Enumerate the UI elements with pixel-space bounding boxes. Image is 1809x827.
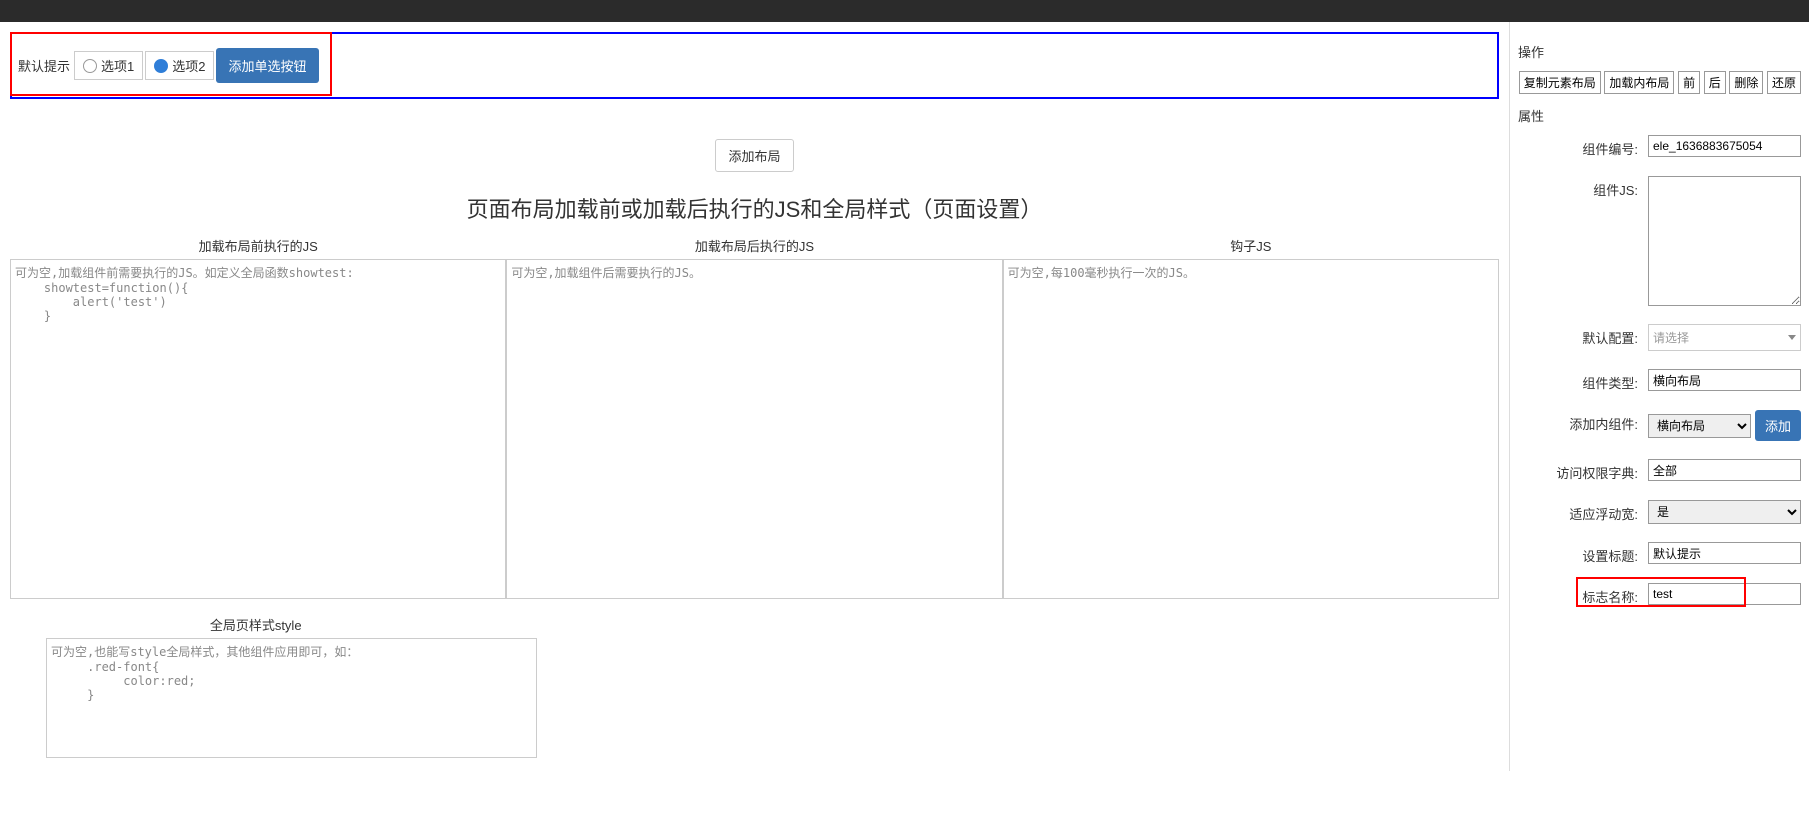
js-hook-textarea[interactable] — [1003, 259, 1499, 599]
add-layout-button[interactable]: 添加布局 — [715, 139, 793, 172]
component-type-input[interactable] — [1648, 369, 1801, 391]
js-columns: 加载布局前执行的JS 加载布局后执行的JS 钩子JS — [10, 232, 1499, 599]
layout-editor-row: 默认提示 选项1 选项2 添加单选按钮 — [10, 32, 1499, 99]
radio-option-2[interactable]: 选项2 — [145, 51, 214, 80]
default-config-select[interactable]: 请选择 — [1648, 324, 1801, 351]
left-panel: 默认提示 选项1 选项2 添加单选按钮 添加布局 页面布局加载前或加载后执行的J… — [0, 22, 1509, 771]
add-layout-row: 添加布局 — [10, 139, 1499, 172]
chevron-down-icon — [1788, 335, 1796, 340]
prop-label: 标志名称: — [1518, 583, 1648, 606]
add-inner-select[interactable]: 横向布局 — [1648, 414, 1751, 438]
prop-component-type: 组件类型: — [1518, 369, 1801, 392]
js-after-textarea[interactable] — [506, 259, 1002, 599]
js-before-header: 加载布局前执行的JS — [10, 232, 506, 259]
permission-dict-input[interactable] — [1648, 459, 1801, 481]
prop-label: 组件JS: — [1518, 176, 1648, 199]
add-radio-button[interactable]: 添加单选按钮 — [216, 48, 318, 83]
js-after-header: 加载布局后执行的JS — [506, 232, 1002, 259]
copy-layout-button[interactable]: 复制元素布局 — [1519, 71, 1601, 94]
prop-label: 设置标题: — [1518, 542, 1648, 565]
right-panel: 操作 复制元素布局 加载内布局 前 后 删除 还原 属性 组件编号: 组件JS:… — [1509, 22, 1809, 771]
delete-button[interactable]: 删除 — [1729, 71, 1763, 94]
prop-component-id: 组件编号: — [1518, 135, 1801, 158]
move-front-button[interactable]: 前 — [1678, 71, 1700, 94]
radio-icon — [154, 59, 168, 73]
selected-layout-container[interactable]: 默认提示 选项1 选项2 添加单选按钮 — [10, 32, 1499, 99]
component-js-textarea[interactable] — [1648, 176, 1801, 306]
radio-icon — [83, 59, 97, 73]
prop-label: 添加内组件: — [1518, 410, 1648, 433]
prop-set-title: 设置标题: — [1518, 542, 1801, 565]
set-title-input[interactable] — [1648, 542, 1801, 564]
prop-label: 访问权限字典: — [1518, 459, 1648, 482]
radio-label: 选项2 — [172, 56, 205, 75]
js-hook-col: 钩子JS — [1003, 232, 1499, 599]
radio-label: 选项1 — [101, 56, 134, 75]
add-inner-button[interactable]: 添加 — [1755, 410, 1801, 441]
load-inner-layout-button[interactable]: 加载内布局 — [1604, 71, 1674, 94]
restore-button[interactable]: 还原 — [1767, 71, 1801, 94]
select-placeholder: 请选择 — [1653, 329, 1689, 346]
page-settings-title: 页面布局加载前或加载后执行的JS和全局样式（页面设置） — [10, 192, 1499, 224]
main-container: 默认提示 选项1 选项2 添加单选按钮 添加布局 页面布局加载前或加载后执行的J… — [0, 22, 1809, 771]
flag-name-input[interactable] — [1648, 583, 1801, 605]
js-before-col: 加载布局前执行的JS — [10, 232, 506, 599]
properties-title: 属性 — [1518, 106, 1801, 125]
prop-label: 默认配置: — [1518, 324, 1648, 347]
prop-add-inner: 添加内组件: 横向布局 添加 — [1518, 410, 1801, 441]
prop-label: 适应浮动宽: — [1518, 500, 1648, 523]
js-before-textarea[interactable] — [10, 259, 506, 599]
prop-flag-name: 标志名称: — [1518, 583, 1801, 606]
move-back-button[interactable]: 后 — [1704, 71, 1726, 94]
prop-float-width: 适应浮动宽: 是 — [1518, 500, 1801, 524]
global-style-header: 全局页样式style — [10, 611, 501, 638]
global-style-textarea[interactable] — [46, 638, 537, 758]
prop-component-js: 组件JS: — [1518, 176, 1801, 306]
actions-row: 复制元素布局 加载内布局 前 后 删除 还原 — [1518, 71, 1801, 94]
prop-permission-dict: 访问权限字典: — [1518, 459, 1801, 482]
radio-option-1[interactable]: 选项1 — [74, 51, 143, 80]
prop-label: 组件编号: — [1518, 135, 1648, 158]
js-hook-header: 钩子JS — [1003, 232, 1499, 259]
radio-group-title: 默认提示 — [18, 56, 70, 75]
prop-label: 组件类型: — [1518, 369, 1648, 392]
float-width-select[interactable]: 是 — [1648, 500, 1801, 524]
prop-default-config: 默认配置: 请选择 — [1518, 324, 1801, 351]
global-style-section: 全局页样式style — [10, 611, 501, 761]
js-after-col: 加载布局后执行的JS — [506, 232, 1002, 599]
component-id-input[interactable] — [1648, 135, 1801, 157]
top-bar — [0, 0, 1809, 22]
operations-title: 操作 — [1518, 42, 1801, 61]
